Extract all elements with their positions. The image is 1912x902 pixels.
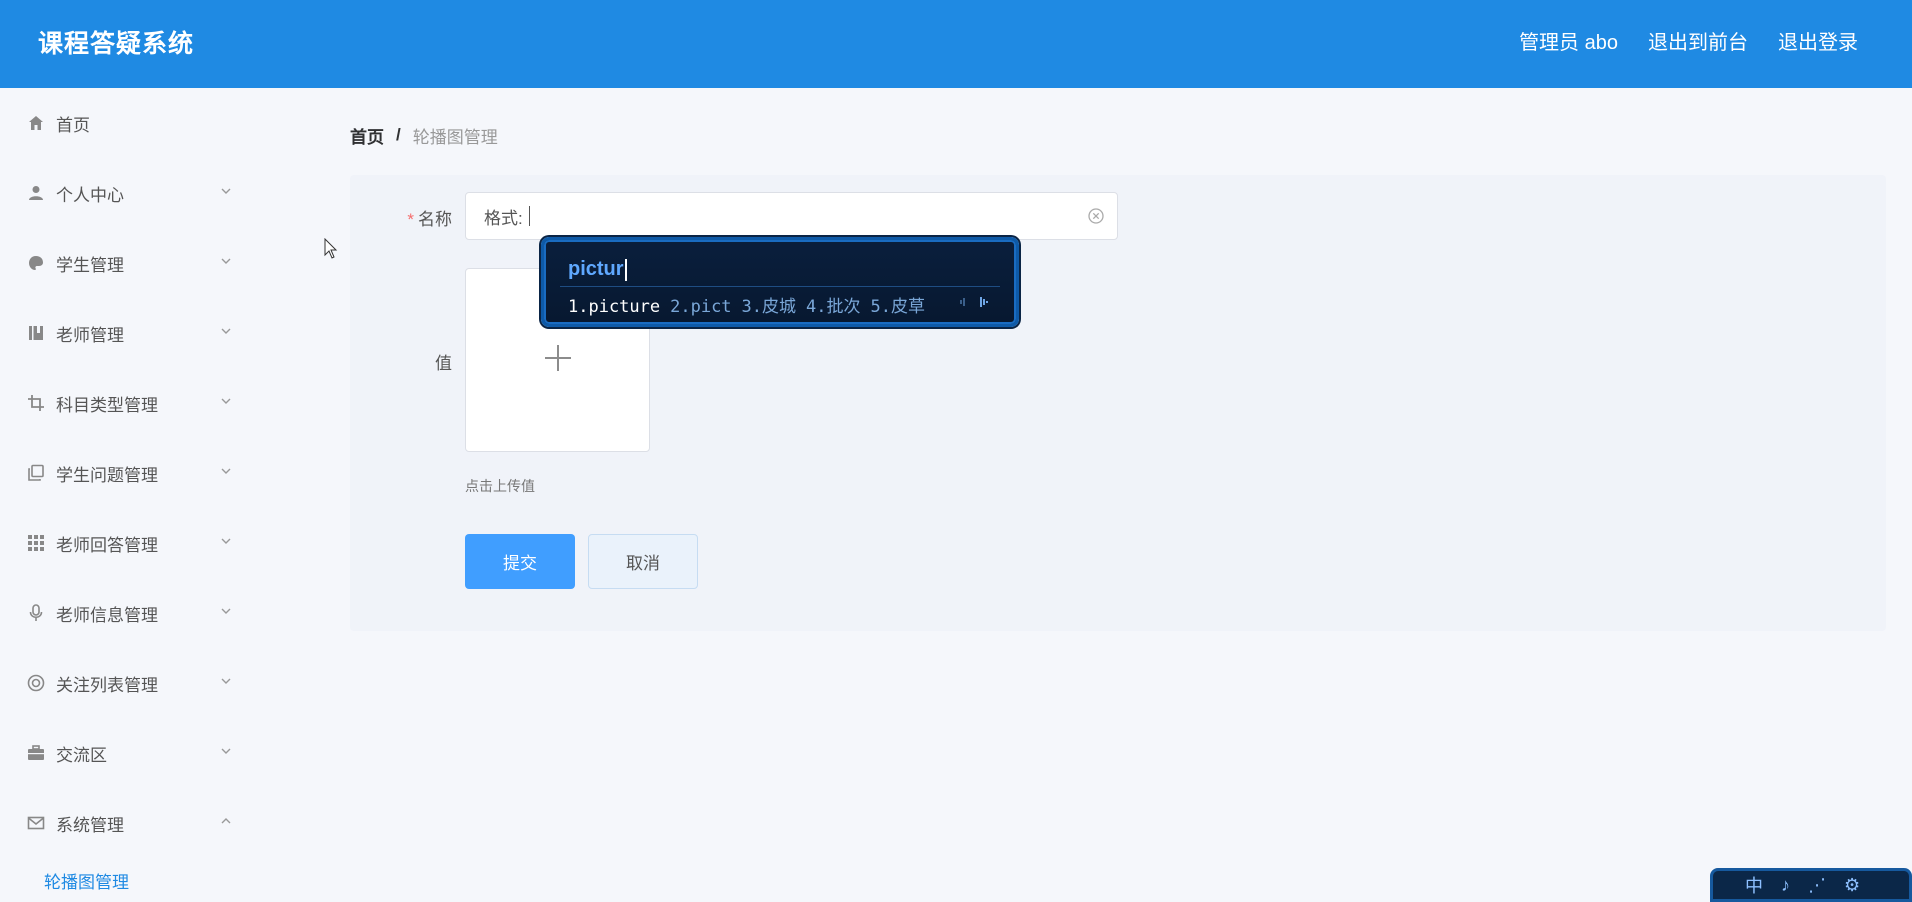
home-icon (26, 113, 46, 133)
mouse-pointer-icon (324, 238, 338, 259)
cancel-button[interactable]: 取消 (588, 534, 698, 589)
ime-candidate[interactable]: 4.批次 (806, 297, 860, 317)
sidebar-item-follow-list-management[interactable]: 关注列表管理 (0, 648, 318, 718)
chevron-down-icon (220, 185, 232, 197)
sidebar-item-student-question-management[interactable]: 学生问题管理 (0, 438, 318, 508)
ime-divider (560, 286, 1000, 287)
sidebar-item-home[interactable]: 首页 (0, 88, 318, 158)
plus-icon (543, 343, 573, 378)
breadcrumb-separator: / (396, 125, 401, 144)
text-caret (528, 206, 530, 226)
chevron-down-icon (220, 325, 232, 337)
ime-candidates: 1.picture 2.pict 3.皮城 4.批次 5.皮草 (568, 292, 935, 317)
sidebar: 首页 个人中心 学生管理 老师管理 科目类型管理 学生问题管理 老师回答管理 老… (0, 88, 318, 902)
ime-page-arrows-icon[interactable] (958, 294, 992, 310)
sidebar-item-label: 首页 (56, 115, 90, 135)
sidebar-item-label: 交流区 (56, 745, 107, 765)
sidebar-item-label: 学生问题管理 (56, 465, 158, 485)
breadcrumb: 首页 / 轮播图管理 (350, 110, 1886, 160)
sidebar-item-personal-center[interactable]: 个人中心 (0, 158, 318, 228)
upload-hint: 点击上传值 (465, 478, 535, 494)
copy-icon (26, 463, 46, 483)
sidebar-item-subject-type-management[interactable]: 科目类型管理 (0, 368, 318, 438)
sidebar-item-label: 科目类型管理 (56, 395, 158, 415)
ime-punctuation-icon[interactable]: ♪ (1781, 875, 1790, 896)
name-input[interactable]: 格式: (465, 192, 1118, 240)
sidebar-item-teacher-answer-management[interactable]: 老师回答管理 (0, 508, 318, 578)
sidebar-item-label: 老师管理 (56, 325, 124, 345)
submit-button[interactable]: 提交 (465, 534, 575, 589)
ime-candidate-popup: pictur 1.picture 2.pict 3.皮城 4.批次 5.皮草 (541, 237, 1019, 327)
chevron-down-icon (220, 465, 232, 477)
sidebar-item-student-management[interactable]: 学生管理 (0, 228, 318, 298)
ime-candidate[interactable]: 2.pict (670, 297, 731, 317)
grid-icon (26, 533, 46, 553)
ime-settings-icon[interactable]: ⚙ (1844, 875, 1860, 896)
ime-caret (624, 258, 627, 281)
ime-candidate[interactable]: 3.皮城 (742, 297, 796, 317)
ime-share-icon[interactable]: ⋰ (1808, 875, 1826, 896)
sidebar-item-teacher-management[interactable]: 老师管理 (0, 298, 318, 368)
ime-candidate[interactable]: 5.皮草 (871, 297, 925, 317)
clear-icon[interactable] (1087, 207, 1105, 225)
sidebar-item-teacher-info-management[interactable]: 老师信息管理 (0, 578, 318, 648)
required-mark: * (407, 210, 414, 229)
briefcase-icon (26, 743, 46, 763)
ime-composition: pictur (568, 258, 627, 281)
name-label: * 名称 (407, 210, 452, 229)
chevron-down-icon (220, 745, 232, 757)
value-label: 值 (435, 354, 452, 373)
microphone-icon (26, 603, 46, 623)
chevron-down-icon (220, 535, 232, 547)
logout-link[interactable]: 退出登录 (1778, 26, 1858, 55)
chevron-down-icon (220, 255, 232, 267)
sidebar-item-label: 学生管理 (56, 255, 124, 275)
crop-icon (26, 393, 46, 413)
user-icon (26, 183, 46, 203)
sidebar-item-system-management[interactable]: 系统管理 (0, 788, 318, 858)
admin-user-link[interactable]: 管理员 abo (1519, 26, 1618, 55)
chevron-down-icon (220, 605, 232, 617)
top-header: 课程答疑系统 管理员 abo 退出到前台 退出登录 (0, 0, 1912, 88)
header-links: 管理员 abo 退出到前台 退出登录 (1519, 26, 1858, 55)
sidebar-item-exchange-area[interactable]: 交流区 (0, 718, 318, 788)
app-title: 课程答疑系统 (38, 30, 195, 58)
ime-toolbar: 中 ♪ ⋰ ⚙ (1710, 868, 1912, 902)
sidebar-subitem-carousel-management[interactable]: 轮播图管理 (0, 858, 318, 902)
breadcrumb-home[interactable]: 首页 (350, 123, 384, 148)
name-input-value: 格式: (484, 208, 523, 228)
lifebuoy-icon (26, 673, 46, 693)
ime-mode-chinese[interactable]: 中 (1745, 872, 1763, 898)
exit-to-front-link[interactable]: 退出到前台 (1648, 26, 1748, 55)
chevron-up-icon (220, 815, 232, 827)
sidebar-item-label: 关注列表管理 (56, 675, 158, 695)
notebook-icon (26, 323, 46, 343)
breadcrumb-current: 轮播图管理 (412, 127, 498, 147)
sidebar-item-label: 个人中心 (56, 185, 124, 205)
mail-icon (26, 813, 46, 833)
chevron-down-icon (220, 395, 232, 407)
sidebar-item-label: 老师信息管理 (56, 605, 158, 625)
sidebar-item-label: 老师回答管理 (56, 535, 158, 555)
ime-candidate[interactable]: 1.picture (568, 297, 660, 317)
sidebar-item-label: 系统管理 (56, 815, 124, 835)
chevron-down-icon (220, 675, 232, 687)
palette-icon (26, 253, 46, 273)
